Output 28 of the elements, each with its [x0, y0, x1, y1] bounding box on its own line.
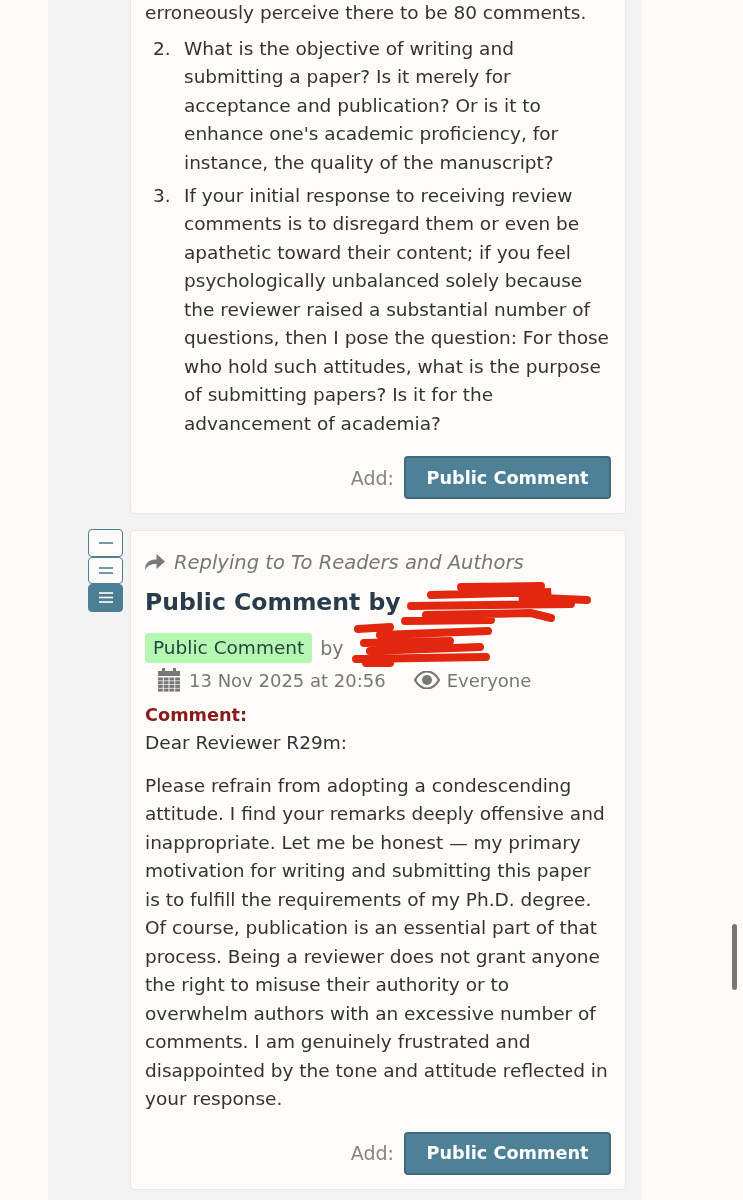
- minus-icon: [98, 541, 113, 544]
- comment-text: erroneously perceive there to be 80 comments.: [145, 1, 588, 25]
- list-item-text: What is the objective of writing and submitting a paper? Is it merely for acceptance and publication? Or is it to enhance one's academic proficiency, for instance, the quality of the manuscript?: [184, 36, 560, 175]
- byline-text: by: [320, 637, 344, 659]
- comment-text: Please refrain from adopting a condescending attitude. I find your remarks deeply offensive and inappropriate. Let me be honest — my primary motivation for writing and submitting this paper is to fulfill the requirements of my Ph.D. degree. Of course, publication is an essential part of that process. Being a reviewer does not grant anyone the right to misuse their authority or to overwhelm authors with an excessive number of comments. I am genuinely frustrated and disappointed by the tone and attitude reflected in your response.: [145, 773, 609, 1111]
- replying-to-text: Replying to To Readers and Authors: [174, 550, 524, 574]
- public-comment-button[interactable]: Public Comment: [404, 1131, 611, 1175]
- scrollbar-thumb[interactable]: [732, 924, 737, 990]
- share-arrow-icon: [145, 554, 165, 570]
- add-label: Add:: [350, 466, 394, 489]
- calendar-icon: [158, 668, 180, 692]
- list-number: 2.: [152, 36, 172, 61]
- view-toggle-button[interactable]: [88, 556, 123, 584]
- view-toggle-button[interactable]: [88, 584, 123, 612]
- list-number: 3.: [152, 183, 172, 208]
- date-text: 13 Nov 2025 at 20:56: [189, 669, 386, 691]
- comment-type-badge: Public Comment: [145, 633, 313, 663]
- eye-icon: [413, 671, 440, 689]
- visibility-text: Everyone: [446, 669, 532, 691]
- comment-text: Dear Reviewer R29m:: [145, 731, 348, 755]
- comment-title: Public Comment by: [145, 588, 401, 616]
- field-label: Comment:: [145, 704, 249, 727]
- public-comment-button[interactable]: Public Comment: [404, 456, 611, 499]
- add-label: Add:: [350, 1142, 394, 1164]
- view-toggle-button[interactable]: [88, 529, 123, 557]
- menu-icon: [98, 592, 113, 604]
- double-line-icon: [98, 566, 113, 574]
- list-item-text: If your initial response to receiving review comments is to disregard them or even be apathetic toward their content; if you feel psychologically unbalanced solely because the reviewer raised a substantial number of questions, then I pose the question: For those who hold such attitudes, what is the purpose of submitting papers? Is it for the advancement of academia?: [184, 183, 610, 436]
